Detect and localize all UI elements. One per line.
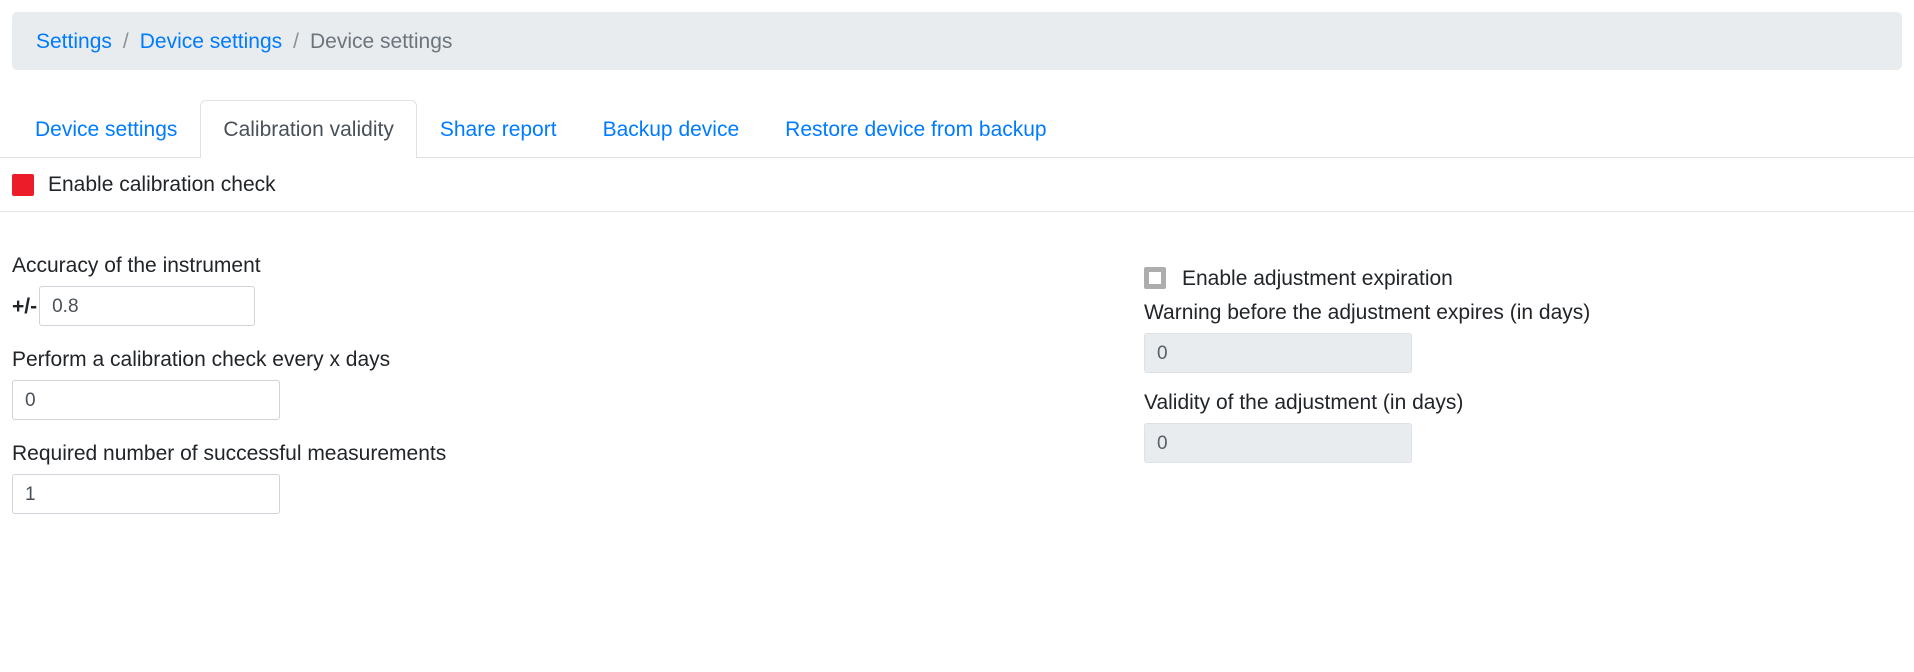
tab-strip: Device settings Calibration validity Sha… [0, 98, 1914, 158]
tab-calibration-validity[interactable]: Calibration validity [200, 100, 417, 158]
accuracy-label: Accuracy of the instrument [12, 254, 261, 277]
form-left-column: Accuracy of the instrument +/- 0.8 Perfo… [12, 254, 892, 515]
required-measurements-label: Required number of successful measuremen… [12, 442, 447, 466]
calibration-interval-input[interactable]: 0 [12, 380, 280, 421]
tab-device-settings[interactable]: Device settings [12, 104, 200, 157]
validity-days-label: Validity of the adjustment (in days) [1144, 391, 1464, 415]
field-validity-days: Validity of the adjustment (in days) 0 [1144, 391, 1844, 464]
field-calibration-interval: Perform a calibration check every x days… [12, 348, 892, 421]
enable-adjustment-expiration-label: Enable adjustment expiration [1182, 266, 1453, 290]
enable-calibration-check-row: Enable calibration check [0, 158, 1914, 212]
tab-share-report[interactable]: Share report [417, 104, 580, 157]
breadcrumb-item-settings[interactable]: Settings [36, 31, 112, 52]
enable-calibration-check-checkbox[interactable] [12, 173, 34, 196]
warning-days-input[interactable]: 0 [1144, 333, 1412, 374]
warning-days-label: Warning before the adjustment expires (i… [1144, 301, 1591, 324]
required-measurements-input[interactable]: 1 [12, 474, 280, 515]
breadcrumb-separator: / [293, 29, 299, 53]
calibration-validity-form: Accuracy of the instrument +/- 0.8 Perfo… [0, 212, 1914, 672]
enable-adjustment-expiration-checkbox[interactable] [1144, 267, 1166, 289]
breadcrumb-item-current: Device settings [309, 29, 453, 53]
tab-restore-device-from-backup[interactable]: Restore device from backup [762, 104, 1069, 157]
tab-backup-device[interactable]: Backup device [580, 104, 763, 157]
breadcrumb-separator: / [122, 29, 129, 53]
breadcrumb: Settings / Device settings / Device sett… [12, 12, 1902, 70]
device-settings-page: Settings / Device settings / Device sett… [0, 0, 1914, 672]
form-right-column: Enable adjustment expiration Warning bef… [1144, 267, 1844, 481]
breadcrumb-item-device-settings[interactable]: Device settings [140, 31, 282, 52]
accuracy-input[interactable]: 0.8 [39, 286, 256, 327]
enable-calibration-check-label: Enable calibration check [48, 173, 276, 196]
validity-days-input[interactable]: 0 [1144, 423, 1412, 464]
field-warning-days: Warning before the adjustment expires (i… [1144, 301, 1844, 374]
field-required-measurements: Required number of successful measuremen… [12, 442, 892, 515]
field-accuracy: Accuracy of the instrument +/- 0.8 [12, 254, 892, 327]
calibration-interval-label: Perform a calibration check every x days [12, 348, 391, 372]
enable-adjustment-expiration-row: Enable adjustment expiration [1144, 267, 1844, 289]
accuracy-prefix-label: +/- [12, 294, 38, 318]
